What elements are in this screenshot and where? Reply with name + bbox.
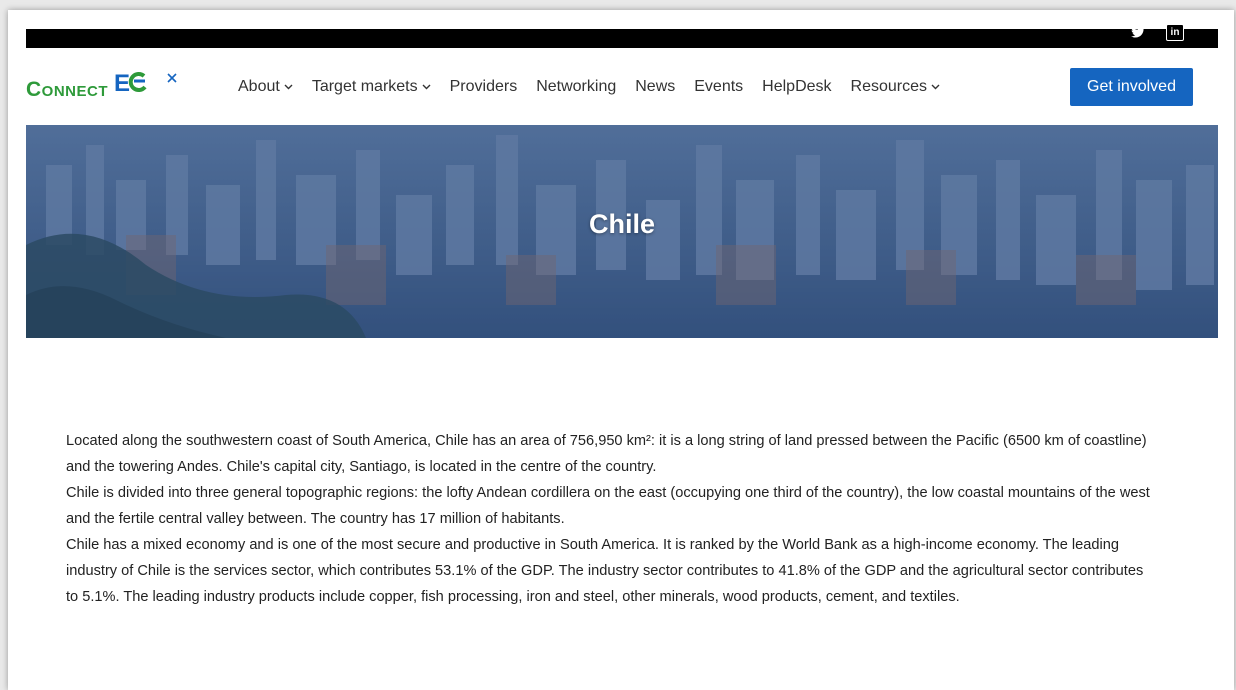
paragraph: Chile is divided into three general topo…	[66, 485, 1150, 527]
nav-item-networking[interactable]: Networking	[536, 78, 616, 96]
chevron-down-icon	[284, 84, 293, 90]
get-involved-button[interactable]: Get involved	[1070, 68, 1193, 106]
nav-label: Target markets	[311, 78, 418, 95]
nav-item-target-markets[interactable]: Target markets	[312, 78, 431, 96]
hero-banner: Chile	[26, 125, 1218, 338]
nav-item-events[interactable]: Events	[694, 78, 743, 96]
logo-connect-text: Connect	[26, 78, 108, 101]
svg-text:E: E	[114, 70, 130, 95]
country-description: Located along the southwestern coast of …	[66, 428, 1156, 610]
nav-label: News	[635, 78, 676, 95]
nav-label: Networking	[536, 78, 617, 95]
nav-label: About	[238, 78, 280, 95]
nav-label: Providers	[449, 78, 518, 95]
logo-eo-text: EO E	[114, 69, 152, 102]
page-title: Chile	[588, 209, 655, 239]
twitter-link[interactable]	[1128, 22, 1148, 42]
chevron-down-icon	[931, 84, 940, 90]
nav-item-about[interactable]: About	[238, 78, 293, 96]
nav-item-providers[interactable]: Providers	[450, 78, 518, 96]
twitter-icon	[1131, 26, 1145, 38]
nav-item-resources[interactable]: Resources	[851, 78, 940, 96]
nav-label: Events	[694, 78, 744, 95]
logo-eo-icon: E	[114, 70, 147, 97]
site-logo[interactable]: Connect EO E	[26, 69, 177, 102]
linkedin-icon: in	[1166, 23, 1184, 41]
nav-item-news[interactable]: News	[635, 78, 675, 96]
nav-label: Resources	[850, 78, 928, 95]
main-nav: About Target markets Providers Networkin…	[238, 76, 959, 98]
top-bar	[26, 29, 1218, 48]
nav-label: HelpDesk	[762, 78, 832, 95]
satellite-icon	[167, 73, 177, 83]
paragraph: Chile has a mixed economy and is one of …	[66, 537, 1144, 605]
paragraph: Located along the southwestern coast of …	[66, 433, 1147, 475]
linkedin-link[interactable]: in	[1166, 22, 1184, 42]
nav-item-helpdesk[interactable]: HelpDesk	[762, 78, 831, 96]
chevron-down-icon	[422, 84, 431, 90]
